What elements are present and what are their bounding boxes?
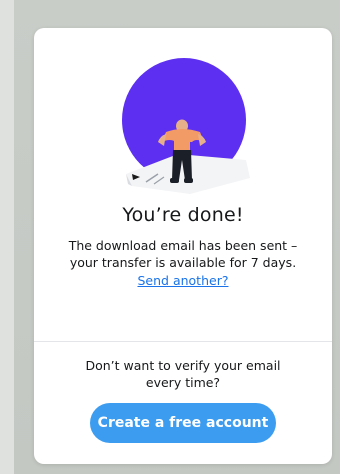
confirmation-message: The download email has been sent – your … bbox=[68, 238, 298, 270]
create-account-button[interactable]: Create a free account bbox=[90, 403, 276, 443]
dialog-title: You’re done! bbox=[122, 204, 244, 226]
background-edge-strip bbox=[0, 0, 14, 474]
person-jumping-illustration bbox=[118, 46, 250, 196]
section-divider bbox=[34, 341, 332, 342]
account-prompt: Don’t want to verify your email every ti… bbox=[85, 358, 281, 390]
illustration-graphic bbox=[122, 58, 250, 194]
transfer-complete-dialog: You’re done! The download email has been… bbox=[34, 28, 332, 464]
send-another-link[interactable]: Send another? bbox=[34, 272, 332, 289]
